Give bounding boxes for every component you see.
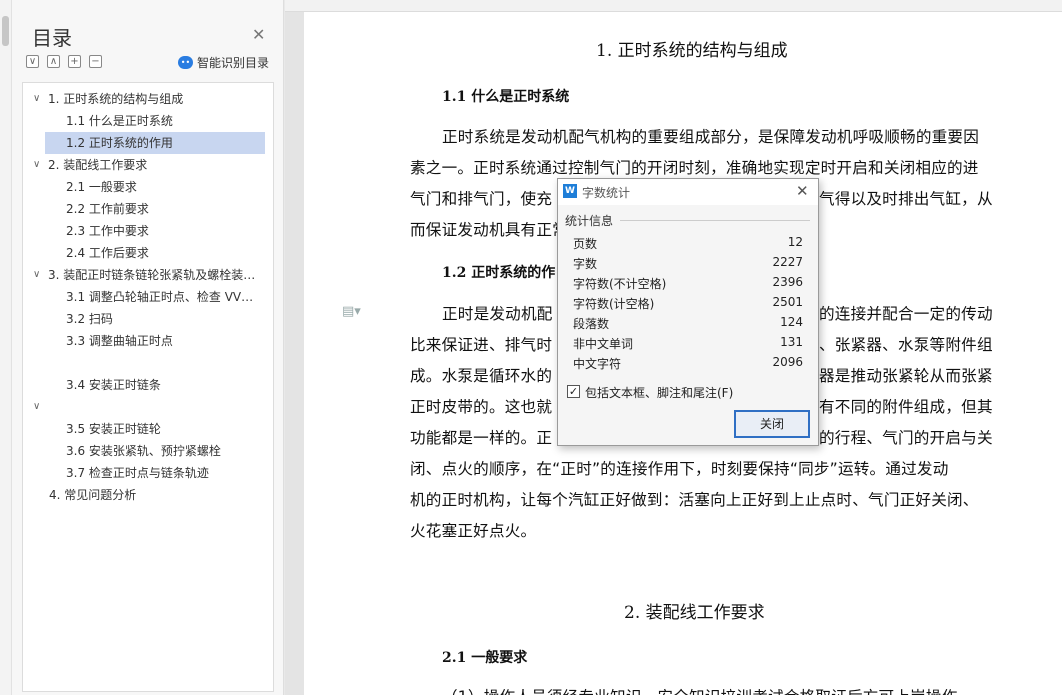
wps-logo-icon: W	[563, 184, 577, 198]
toc-item[interactable]: ∨	[23, 396, 273, 418]
paragraph-line: 成。水泵是循环水的	[410, 367, 553, 385]
toc-item[interactable]: ∨ 1. 正时系统的结构与组成	[23, 88, 273, 110]
chevron-down-icon[interactable]: ∨	[33, 88, 40, 110]
stat-label: 非中文单词	[573, 337, 634, 351]
smart-toc-button[interactable]: •• 智能识别目录	[178, 54, 269, 71]
paragraph-line: 的连接并配合一定的传动	[819, 305, 993, 323]
paragraph-line: 正时是发动机配	[442, 305, 553, 323]
stats-group-label: 统计信息	[565, 214, 614, 228]
toc-item[interactable]: 3.2 扫码	[23, 308, 273, 330]
paragraph-line: 器是推动张紧轮从而张紧	[819, 367, 993, 385]
toc-item[interactable]: ∨ 3. 装配正时链条链轮张紧轨及螺栓装…	[23, 264, 273, 286]
toc-title: 目录	[32, 26, 72, 50]
toc-item[interactable]: 3.1 调整凸轮轴正时点、检查 VV…	[23, 286, 273, 308]
toc-item-selected[interactable]: 1.2 正时系统的作用	[45, 132, 265, 154]
stat-row: 字符数(计空格) 2501	[573, 295, 803, 315]
toc-item[interactable]: 3.3 调整曲轴正时点	[23, 330, 273, 352]
toc-item[interactable]: 4. 常见问题分析	[23, 484, 273, 506]
stat-label: 字数	[573, 257, 598, 271]
toc-item[interactable]: ∨ 2. 装配线工作要求	[23, 154, 273, 176]
paragraph-line: 机的正时机构，让每个汽缸正好做到：活塞向上正好到上止点时、气门正好关闭、	[410, 491, 979, 509]
toc-toolbar: ∨ ∧ + −	[26, 55, 102, 68]
stat-value: 2396	[772, 275, 803, 289]
paragraph-line: 有不同的附件组成，但其	[819, 398, 993, 416]
paragraph-line: 的行程、气门的开启与关	[819, 429, 993, 447]
toc-item[interactable]: 3.4 安装正时链条	[23, 374, 273, 396]
toc-item[interactable]: 3.7 检查正时点与链条轨迹	[23, 462, 273, 484]
stat-value: 131	[780, 335, 803, 349]
stat-row: 中文字符 2096	[573, 355, 803, 375]
toc-item[interactable]: 2.1 一般要求	[23, 176, 273, 198]
toc-panel: 目录 ✕ ∨ ∧ + − •• 智能识别目录 ∨ 1. 正时系统的结构与组成 1…	[12, 0, 284, 695]
paragraph-line: 比来保证进、排气时	[410, 336, 553, 354]
toc-list: ∨ 1. 正时系统的结构与组成 1.1 什么是正时系统 1.2 正时系统的作用 …	[22, 82, 274, 692]
collapse-all-button[interactable]: ∨	[26, 55, 39, 68]
toc-item[interactable]: 1.1 什么是正时系统	[23, 110, 273, 132]
toc-item[interactable]: 2.4 工作后要求	[23, 242, 273, 264]
close-icon[interactable]: ✕	[252, 25, 265, 44]
stat-label: 字符数(不计空格)	[573, 277, 667, 291]
document-icon[interactable]: ▤▾	[342, 304, 361, 319]
stat-row: 段落数 124	[573, 315, 803, 335]
stat-value: 2096	[772, 355, 803, 369]
paragraph-line: 而保证发动机具有正常	[410, 221, 568, 239]
stat-value: 124	[780, 315, 803, 329]
expand-all-button[interactable]: ∧	[47, 55, 60, 68]
stat-row: 页数 12	[573, 235, 803, 255]
heading-1-1: 1.1 什么是正时系统	[442, 89, 570, 105]
paragraph-line: 闭、点火的顺序，在“正时”的连接作用下，时刻要保持“同步”运转。通过发动	[410, 460, 949, 478]
app-window: 目录 ✕ ∨ ∧ + − •• 智能识别目录 ∨ 1. 正时系统的结构与组成 1…	[0, 0, 1062, 695]
stat-value: 2227	[772, 255, 803, 269]
toc-item[interactable]: 2.2 工作前要求	[23, 198, 273, 220]
toc-item[interactable]: 3.5 安装正时链轮	[23, 418, 273, 440]
paragraph-line: 气得以及时排出气缸，从	[819, 190, 993, 208]
paragraph-line: 正时系统是发动机配气机构的重要组成部分，是保障发动机呼吸顺畅的重要因	[442, 128, 979, 146]
paragraph-line: 功能都是一样的。正	[410, 429, 553, 447]
stat-row: 非中文单词 131	[573, 335, 803, 355]
stat-label: 中文字符	[573, 357, 622, 371]
add-level-button[interactable]: +	[68, 55, 81, 68]
heading-1-2: 1.2 正时系统的作	[442, 265, 556, 281]
checkbox-label: 包括文本框、脚注和尾注(F)	[585, 386, 734, 400]
paragraph-line: 气门和排气门，使充	[410, 190, 553, 208]
paragraph-line: 素之一。正时系统通过控制气门的开闭时刻，准确地实现定时开启和关闭相应的进	[410, 159, 979, 177]
stat-value: 12	[787, 235, 803, 249]
stat-label: 段落数	[573, 317, 610, 331]
stat-label: 页数	[573, 237, 598, 251]
toc-item[interactable]: 2.3 工作中要求	[23, 220, 273, 242]
ruler	[285, 0, 1062, 12]
stat-row: 字符数(不计空格) 2396	[573, 275, 803, 295]
chevron-down-icon[interactable]: ∨	[33, 264, 40, 286]
paragraph-line: （1）操作人员须经专业知识、安全知识培训考试合格取证后方可上岗操作。	[442, 685, 973, 695]
heading-2-1: 2.1 一般要求	[442, 650, 528, 666]
close-button[interactable]: 关闭	[734, 410, 810, 438]
heading-2: 2. 装配线工作要求	[624, 603, 765, 623]
chevron-down-icon[interactable]: ∨	[33, 396, 40, 418]
stat-label: 字符数(计空格)	[573, 297, 655, 311]
paragraph-line: 正时皮带的。这也就	[410, 398, 553, 416]
paragraph-line: 火花塞正好点火。	[410, 522, 537, 540]
dialog-title: 字数统计	[582, 186, 631, 200]
remove-level-button[interactable]: −	[89, 55, 102, 68]
close-icon[interactable]: ✕	[796, 182, 809, 200]
left-scroll-strip[interactable]	[0, 0, 12, 695]
chevron-down-icon[interactable]: ∨	[33, 154, 40, 176]
toc-item[interactable]: 3.6 安装张紧轨、预拧紧螺栓	[23, 440, 273, 462]
stat-row: 字数 2227	[573, 255, 803, 275]
heading-1: 1. 正时系统的结构与组成	[596, 41, 788, 61]
smart-toc-label: 智能识别目录	[197, 56, 270, 70]
word-count-dialog: W 字数统计 ✕ 统计信息 页数 12 字数 2227 字符数(不计空格) 23…	[557, 178, 819, 446]
smart-recognize-icon: ••	[178, 56, 193, 69]
include-textbox-checkbox[interactable]: ✓	[567, 385, 580, 398]
paragraph-line: 、张紧器、水泵等附件组	[819, 336, 993, 354]
divider	[620, 220, 810, 221]
stat-value: 2501	[772, 295, 803, 309]
scrollbar-thumb[interactable]	[2, 16, 9, 46]
